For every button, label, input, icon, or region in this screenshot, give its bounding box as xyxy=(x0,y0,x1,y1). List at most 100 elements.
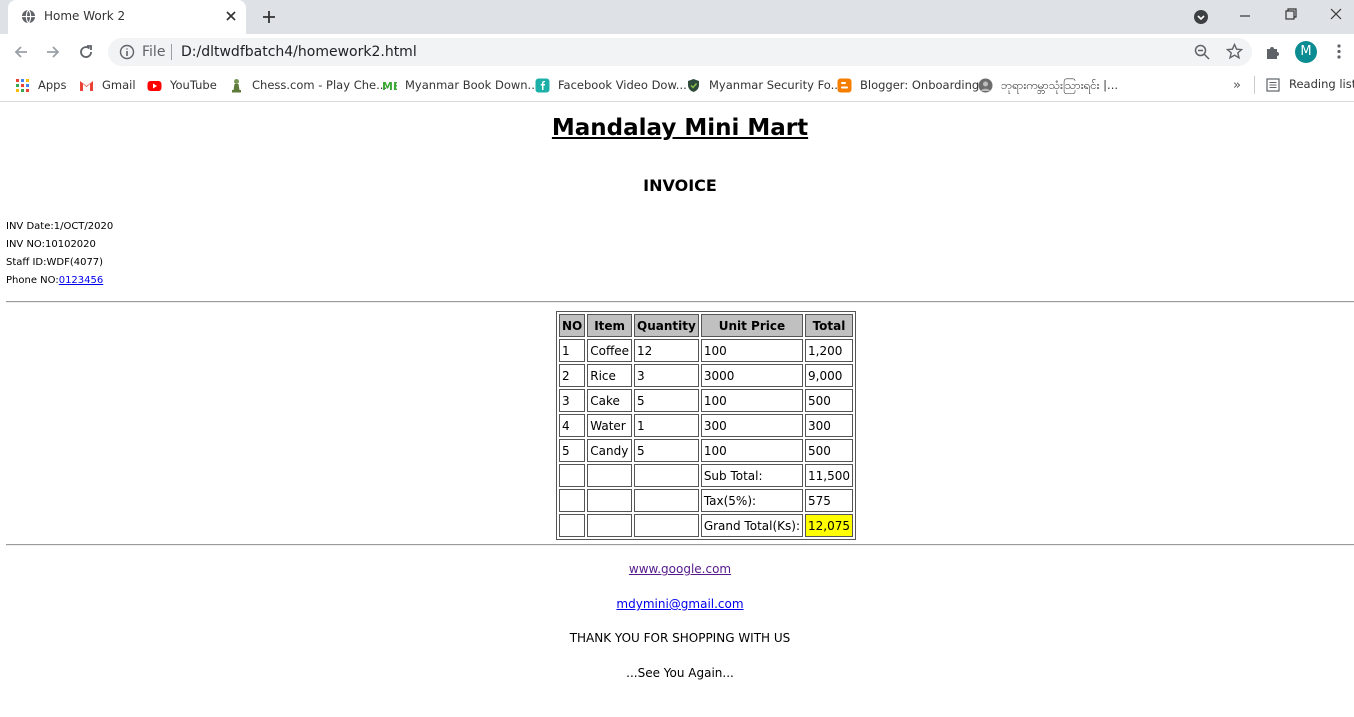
tax-label: Tax(5%): xyxy=(700,489,803,512)
empty-cell xyxy=(634,514,699,537)
forward-arrow-icon[interactable] xyxy=(44,43,62,61)
mb-logo-icon: MB xyxy=(382,80,397,93)
grand-total-row: Grand Total(Ks): 12,075 xyxy=(559,514,853,537)
bookmark-label: Blogger: Onboarding xyxy=(860,78,980,92)
cell-no: 4 xyxy=(559,414,586,437)
profile-avatar[interactable]: M xyxy=(1295,41,1317,63)
info-icon[interactable] xyxy=(119,44,135,60)
cell-no: 5 xyxy=(559,439,586,462)
table-row: 3 Cake 5 100 500 xyxy=(559,389,853,412)
bookmarks-divider xyxy=(1254,76,1255,94)
cell-quantity: 12 xyxy=(634,339,699,362)
staff-id: Staff ID:WDF(4077) xyxy=(6,257,104,268)
bookmark-label: Facebook Video Dow... xyxy=(558,78,687,92)
chess-pawn-icon xyxy=(232,79,241,93)
address-scheme: File xyxy=(142,44,166,60)
globe-icon xyxy=(21,9,36,24)
empty-cell xyxy=(587,514,633,537)
star-icon[interactable] xyxy=(1226,43,1243,60)
cell-no: 1 xyxy=(559,339,586,362)
invoice-number: INV NO:10102020 xyxy=(6,239,96,250)
cell-quantity: 5 xyxy=(634,439,699,462)
page-content: Mandalay Mini Mart INVOICE INV Date:1/OC… xyxy=(0,103,1354,717)
reading-list-icon xyxy=(1266,78,1280,92)
empty-cell xyxy=(634,464,699,487)
cell-total: 300 xyxy=(805,414,853,437)
bookmark-label: YouTube xyxy=(170,78,217,92)
cell-no: 2 xyxy=(559,364,586,387)
cell-item: Rice xyxy=(587,364,633,387)
close-icon[interactable] xyxy=(224,9,238,23)
cell-item: Cake xyxy=(587,389,633,412)
grand-total-value: 12,075 xyxy=(805,514,853,537)
subtotal-label: Sub Total: xyxy=(700,464,803,487)
window-close-icon[interactable] xyxy=(1329,7,1343,21)
apps-grid-icon xyxy=(16,79,29,92)
cell-quantity: 3 xyxy=(634,364,699,387)
tab-search-icon[interactable] xyxy=(1193,9,1209,25)
column-header: NO xyxy=(559,314,586,337)
blogger-icon xyxy=(837,78,852,93)
zoom-out-icon[interactable] xyxy=(1194,44,1210,60)
bookmarks-bar: Apps Gmail YouTube Chess.com - Play Che.… xyxy=(0,70,1354,102)
gmail-icon xyxy=(80,81,93,91)
cell-total: 1,200 xyxy=(805,339,853,362)
restore-icon[interactable] xyxy=(1284,7,1298,21)
column-header: Quantity xyxy=(634,314,699,337)
cell-item: Coffee xyxy=(587,339,633,362)
cell-unit-price: 3000 xyxy=(700,364,803,387)
minimize-icon[interactable] xyxy=(1238,8,1252,22)
tax-value: 575 xyxy=(805,489,853,512)
address-divider xyxy=(171,44,172,60)
tab-strip: Home Work 2 xyxy=(0,0,1354,34)
youtube-icon xyxy=(147,81,162,91)
bookmark-label: Gmail xyxy=(102,78,136,92)
table-header-row: NO Item Quantity Unit Price Total xyxy=(559,314,853,337)
phone-line: Phone NO:0123456 xyxy=(6,275,103,286)
invoice-date: INV Date:1/OCT/2020 xyxy=(6,221,114,232)
cell-quantity: 1 xyxy=(634,414,699,437)
empty-cell xyxy=(559,514,586,537)
empty-cell xyxy=(634,489,699,512)
table-row: 5 Candy 5 100 500 xyxy=(559,439,853,462)
table-row: 2 Rice 3 3000 9,000 xyxy=(559,364,853,387)
address-bar[interactable]: File D:/dltwdfbatch4/homework2.html xyxy=(108,38,1252,66)
footer-link-email-line: mdymini@gmail.com xyxy=(0,597,1354,611)
bookmarks-overflow-button[interactable]: » xyxy=(1233,78,1241,93)
invoice-table: NO Item Quantity Unit Price Total 1 Coff… xyxy=(556,311,856,540)
reload-icon[interactable] xyxy=(77,43,95,61)
cell-total: 500 xyxy=(805,439,853,462)
cell-total: 500 xyxy=(805,389,853,412)
phone-label: Phone NO: xyxy=(6,275,59,286)
cell-item: Candy xyxy=(587,439,633,462)
back-arrow-icon[interactable] xyxy=(12,43,30,61)
cell-unit-price: 100 xyxy=(700,439,803,462)
email-link[interactable]: mdymini@gmail.com xyxy=(616,597,743,611)
table-row: 1 Coffee 12 100 1,200 xyxy=(559,339,853,362)
reading-list-label: Reading list xyxy=(1289,77,1354,91)
phone-link[interactable]: 0123456 xyxy=(59,275,104,286)
table-row: 4 Water 1 300 300 xyxy=(559,414,853,437)
profile-photo-icon xyxy=(978,78,993,93)
shop-title: Mandalay Mini Mart xyxy=(551,115,809,141)
shield-icon xyxy=(688,79,699,92)
new-tab-icon[interactable] xyxy=(261,9,277,25)
empty-cell xyxy=(559,464,586,487)
kebab-menu-icon[interactable] xyxy=(1331,43,1347,60)
subtotal-row: Sub Total: 11,500 xyxy=(559,464,853,487)
bookmark-label: Myanmar Security Fo... xyxy=(709,78,842,92)
divider-bottom xyxy=(6,544,1354,546)
extensions-puzzle-icon[interactable] xyxy=(1265,43,1282,60)
address-url[interactable]: D:/dltwdfbatch4/homework2.html xyxy=(181,44,417,60)
bookmark-label: Apps xyxy=(38,78,67,92)
browser-tab[interactable]: Home Work 2 xyxy=(8,0,246,34)
facebook-download-icon xyxy=(535,78,550,93)
empty-cell xyxy=(587,489,633,512)
invoice-heading: INVOICE xyxy=(643,176,717,195)
divider-top xyxy=(6,301,1354,303)
column-header: Item xyxy=(587,314,633,337)
google-link[interactable]: www.google.com xyxy=(629,562,731,576)
cell-unit-price: 300 xyxy=(700,414,803,437)
cell-quantity: 5 xyxy=(634,389,699,412)
browser-toolbar: File D:/dltwdfbatch4/homework2.html xyxy=(0,34,1354,70)
